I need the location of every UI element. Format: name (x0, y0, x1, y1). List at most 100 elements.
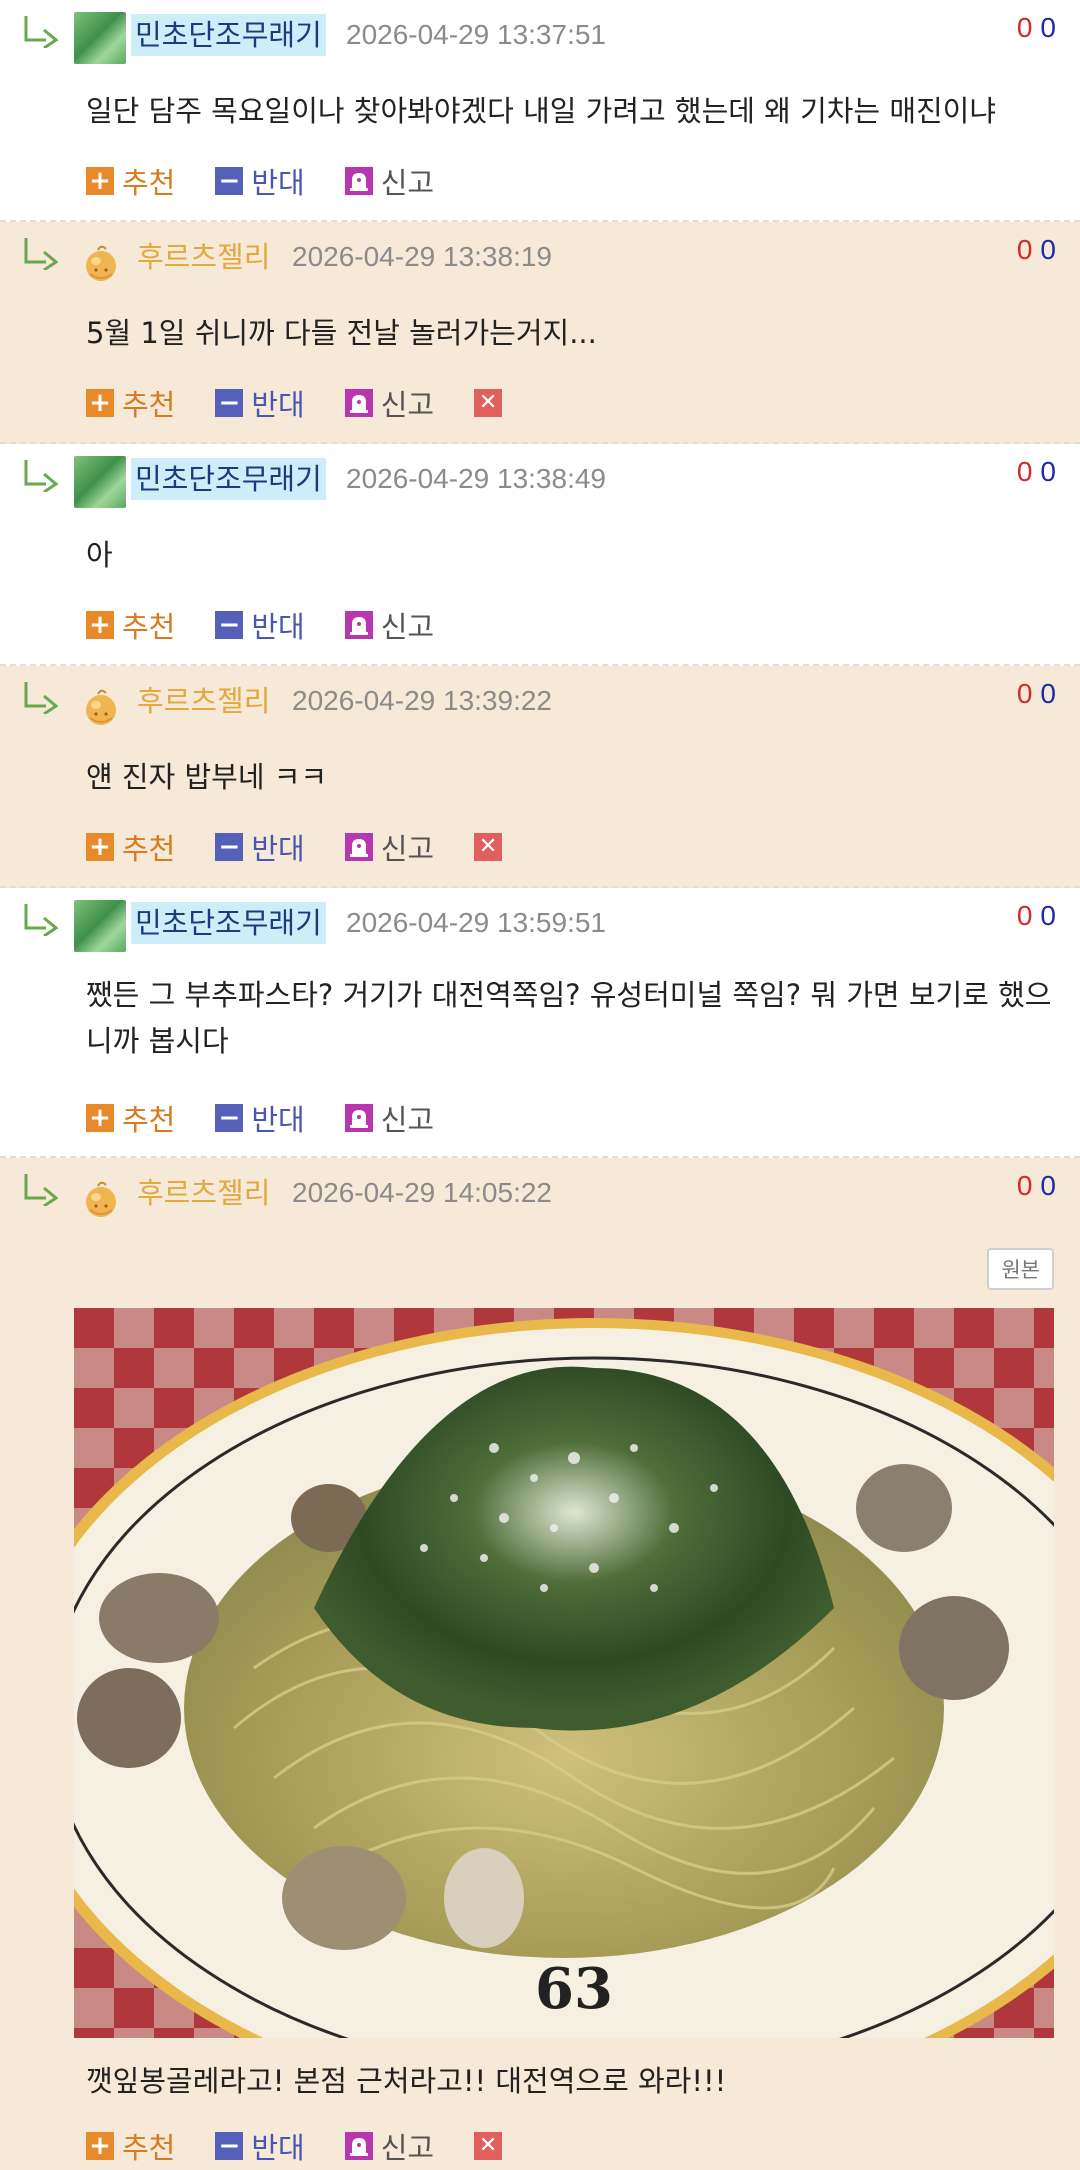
avatar[interactable] (74, 456, 126, 508)
report-label: 신고 (380, 610, 435, 644)
comment-actions: + 추천 − 반대 신고 ✕ (86, 2126, 550, 2166)
comment-actions: + 추천 − 반대 신고 ✕ (86, 383, 550, 423)
upvote-count: 0 (1016, 1170, 1033, 1201)
avatar[interactable] (84, 244, 118, 282)
report-label: 신고 (380, 166, 435, 200)
siren-icon (344, 611, 373, 639)
reply-arrow-icon (22, 680, 60, 714)
vote-counts: 00 (1017, 1170, 1056, 1202)
avatar[interactable] (84, 688, 118, 726)
plus-icon: + (86, 167, 114, 195)
recommend-label: 추천 (122, 832, 176, 866)
avatar[interactable] (74, 12, 126, 64)
downvote-count: 0 (1040, 900, 1056, 931)
upvote-count: 0 (1016, 234, 1033, 265)
comment-item: 후르츠젤리 2026-04-29 13:39:22 00 얜 진자 밥부네 ㅋㅋ… (0, 666, 1080, 888)
oppose-button[interactable]: − 반대 (215, 160, 305, 202)
downvote-count: 0 (1040, 1170, 1056, 1201)
recommend-label: 추천 (122, 166, 176, 200)
siren-icon (344, 167, 373, 195)
author-nickname[interactable]: 민초단조무래기 (131, 14, 326, 56)
vote-counts: 00 (1017, 900, 1056, 932)
siren-icon (344, 833, 373, 861)
oppose-button[interactable]: − 반대 (215, 1097, 305, 1139)
report-label: 신고 (380, 388, 435, 422)
comment-timestamp: 2026-04-29 13:39:22 (292, 685, 552, 716)
author-nickname[interactable]: 후르츠젤리 (133, 680, 274, 722)
comment-actions: + 추천 − 반대 신고 (86, 161, 474, 201)
oppose-label: 반대 (251, 388, 305, 422)
author-nickname[interactable]: 후르츠젤리 (133, 1172, 274, 1214)
recommend-button[interactable]: + 추천 (86, 826, 175, 868)
reply-arrow-icon (22, 14, 60, 48)
recommend-label: 추천 (122, 1103, 176, 1137)
recommend-button[interactable]: + 추천 (86, 2125, 175, 2167)
plus-icon: + (86, 611, 114, 639)
plus-icon: + (86, 2132, 114, 2160)
oppose-button[interactable]: − 반대 (215, 2125, 305, 2167)
oppose-label: 반대 (251, 832, 305, 866)
comment-actions: + 추천 − 반대 신고 (86, 1098, 474, 1138)
minus-icon: − (215, 1104, 244, 1132)
siren-icon (344, 1104, 373, 1132)
delete-button[interactable]: ✕ (474, 389, 510, 417)
report-button[interactable]: 신고 (344, 604, 435, 646)
delete-button[interactable]: ✕ (474, 833, 510, 861)
author-nickname[interactable]: 후르츠젤리 (133, 236, 274, 278)
close-icon: ✕ (474, 833, 503, 861)
recommend-button[interactable]: + 추천 (86, 382, 175, 424)
author-nickname[interactable]: 민초단조무래기 (131, 902, 326, 944)
recommend-button[interactable]: + 추천 (86, 1097, 175, 1139)
downvote-count: 0 (1040, 678, 1056, 709)
minus-icon: − (215, 611, 244, 639)
report-button[interactable]: 신고 (344, 1097, 434, 1139)
original-image-button[interactable]: 원본 (987, 1248, 1054, 1290)
comment-text: 쨌든 그 부추파스타? 거기가 대전역쪽임? 유성터미널 쪽임? 뭐 가면 보기… (86, 978, 1052, 1058)
vote-counts: 00 (1017, 234, 1056, 266)
author-nickname[interactable]: 민초단조무래기 (131, 458, 326, 500)
reply-arrow-icon (22, 902, 60, 936)
oppose-label: 반대 (251, 1103, 305, 1137)
report-label: 신고 (380, 2131, 435, 2165)
plus-icon: + (86, 389, 114, 417)
oppose-button[interactable]: − 반대 (215, 826, 305, 868)
comment-text: 얜 진자 밥부네 ㅋㅋ (86, 760, 328, 794)
report-label: 신고 (380, 832, 435, 866)
oppose-label: 반대 (251, 2131, 305, 2165)
upvote-count: 0 (1016, 456, 1033, 487)
close-icon: ✕ (474, 2132, 503, 2160)
avatar[interactable] (84, 1180, 118, 1218)
close-icon: ✕ (474, 389, 503, 417)
comment-actions: + 추천 − 반대 신고 (86, 605, 474, 645)
reply-arrow-icon (22, 1172, 60, 1206)
recommend-label: 추천 (122, 2131, 176, 2165)
comment-item: 민초단조무래기 2026-04-29 13:59:51 00 쨌든 그 부추파스… (0, 888, 1080, 1158)
comment-timestamp: 2026-04-29 13:38:19 (292, 241, 552, 272)
comment-text: 아 (86, 538, 113, 572)
oppose-button[interactable]: − 반대 (215, 382, 305, 424)
report-button[interactable]: 신고 (344, 160, 435, 202)
report-button[interactable]: 신고 (344, 826, 435, 868)
plus-icon: + (86, 1104, 114, 1132)
vote-counts: 00 (1017, 678, 1056, 710)
delete-button[interactable]: ✕ (474, 2132, 510, 2160)
plus-icon: + (86, 833, 114, 861)
comment-item: 민초단조무래기 2026-04-29 13:37:51 00 일단 담주 목요일… (0, 0, 1080, 222)
recommend-label: 추천 (122, 610, 176, 644)
minus-icon: − (215, 389, 244, 417)
downvote-count: 0 (1040, 12, 1056, 43)
report-button[interactable]: 신고 (344, 382, 435, 424)
upvote-count: 0 (1016, 12, 1033, 43)
pasta-photo[interactable]: 63 (74, 1308, 1054, 2038)
recommend-button[interactable]: + 추천 (86, 160, 175, 202)
comment-text: 일단 담주 목요일이나 찾아봐야겠다 내일 가려고 했는데 왜 기차는 매진이냐 (86, 94, 997, 128)
upvote-count: 0 (1016, 678, 1033, 709)
oppose-button[interactable]: − 반대 (215, 604, 305, 646)
comment-timestamp: 2026-04-29 14:05:22 (292, 1177, 552, 1208)
recommend-button[interactable]: + 추천 (86, 604, 175, 646)
comment-item: 후르츠젤리 2026-04-29 14:05:22 00 원본 63 깻잎봉골레… (0, 1158, 1080, 2170)
report-button[interactable]: 신고 (344, 2125, 435, 2167)
avatar[interactable] (74, 900, 126, 952)
comment-timestamp: 2026-04-29 13:37:51 (346, 19, 606, 50)
siren-icon (344, 2132, 373, 2160)
